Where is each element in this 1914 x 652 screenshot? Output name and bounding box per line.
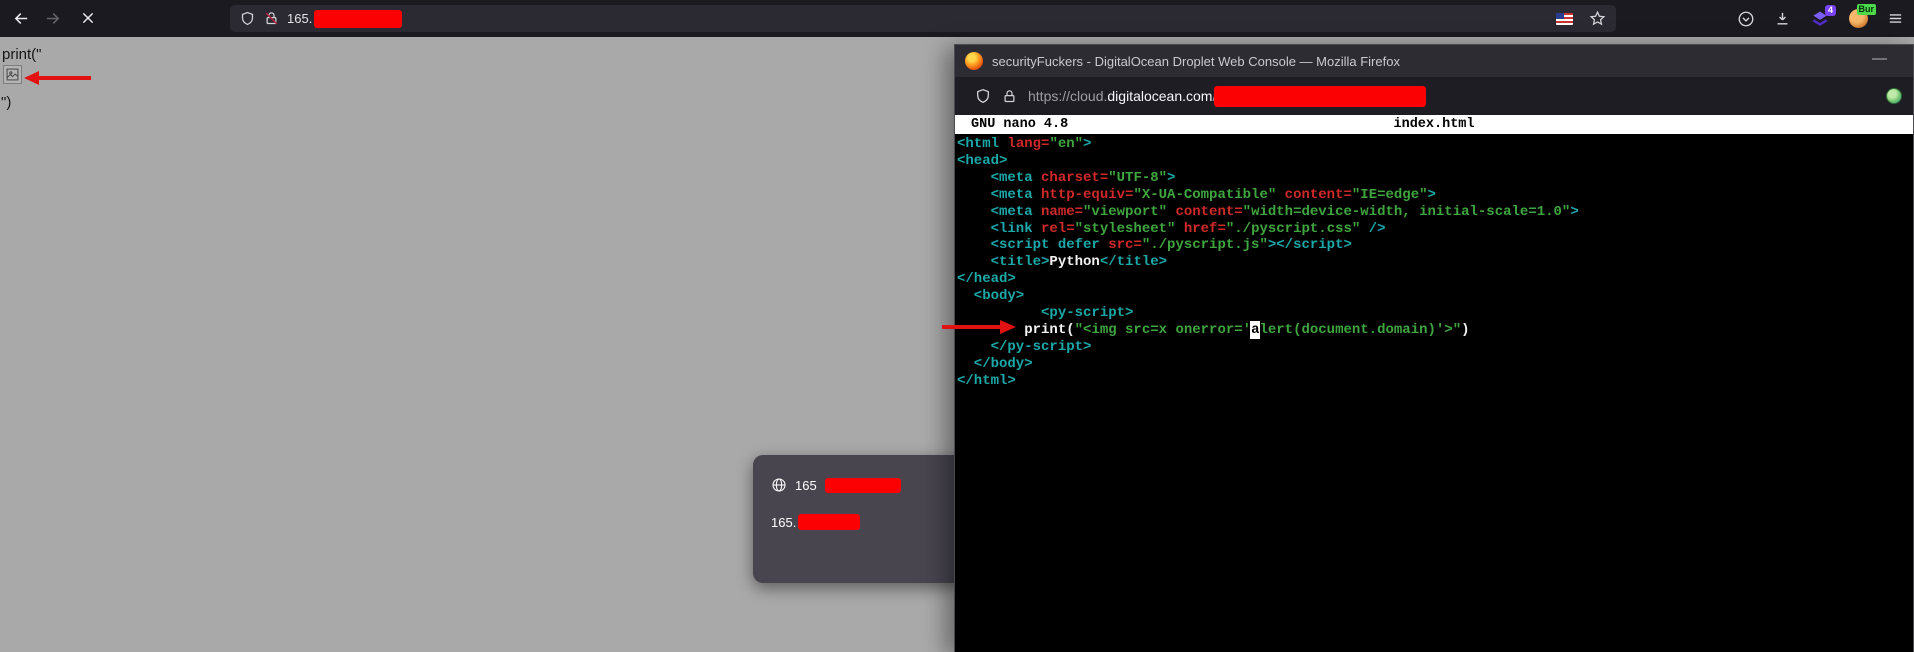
window-title: securityFuckers - DigitalOcean Droplet W… <box>992 54 1400 69</box>
minimize-button[interactable]: — <box>1872 50 1887 67</box>
url-domain: digitalocean.com <box>1107 88 1212 104</box>
stop-icon[interactable] <box>80 10 97 27</box>
globe-favicon[interactable] <box>1886 88 1902 104</box>
code-line: print("<img src=x onerror='alert(documen… <box>957 322 1913 339</box>
autocomplete-row[interactable]: 165. <box>753 514 967 530</box>
avatar-badge: Bur <box>1857 4 1877 15</box>
code-line: <py-script> <box>957 305 1913 322</box>
redaction-box <box>825 478 901 493</box>
us-flag-icon <box>1556 13 1573 25</box>
autocomplete-text: 165. <box>771 515 796 530</box>
window-titlebar[interactable]: securityFuckers - DigitalOcean Droplet W… <box>955 45 1913 77</box>
page-text-line: ") <box>1 94 11 111</box>
code-line: <meta charset="UTF-8"> <box>957 170 1913 187</box>
screen: 165. 4 Bur <box>0 0 1914 652</box>
code-line: </body> <box>957 356 1913 373</box>
code-line: <meta name="viewport" content="width=dev… <box>957 204 1913 221</box>
code-line: </html> <box>957 373 1913 390</box>
code-line: </py-script> <box>957 339 1913 356</box>
code-line: <link rel="stylesheet" href="./pyscript.… <box>957 221 1913 238</box>
code-line: </head> <box>957 271 1913 288</box>
droplet-console-window: securityFuckers - DigitalOcean Droplet W… <box>954 44 1914 652</box>
extension-icon[interactable]: 4 <box>1810 9 1830 29</box>
extension-badge: 4 <box>1825 5 1836 16</box>
url-bar[interactable]: 165. <box>230 5 1616 32</box>
forward-icon[interactable] <box>44 10 61 27</box>
autocomplete-row[interactable]: 165 <box>753 477 967 493</box>
autocomplete-text: 165 <box>795 478 817 493</box>
insecure-lock-icon[interactable] <box>264 11 279 26</box>
lock-icon[interactable] <box>1002 89 1017 104</box>
firefox-logo-icon <box>965 52 983 70</box>
pocket-icon[interactable] <box>1737 10 1755 28</box>
console-url-text: https://cloud.digitalocean.com/ <box>1028 88 1216 104</box>
url-text: 165. <box>287 11 312 26</box>
browser-toolbar: 165. 4 Bur <box>0 0 1914 38</box>
code-line: <title>Python</title> <box>957 254 1913 271</box>
avatar[interactable]: Bur <box>1849 9 1868 28</box>
back-icon[interactable] <box>13 10 30 27</box>
code-line: <script defer src="./pyscript.js"></scri… <box>957 237 1913 254</box>
nano-version: GNU nano 4.8 <box>955 117 1068 132</box>
redaction-box <box>1214 86 1426 107</box>
downloads-icon[interactable] <box>1774 10 1791 27</box>
globe-icon <box>771 477 787 493</box>
redaction-box <box>798 514 860 530</box>
redaction-box <box>314 10 402 28</box>
tracking-shield-icon[interactable] <box>975 88 991 104</box>
nano-filename: index.html <box>1393 115 1474 134</box>
broken-image-icon <box>3 65 22 84</box>
tracking-shield-icon[interactable] <box>240 11 255 26</box>
terminal-code[interactable]: <html lang="en"><head> <meta charset="UT… <box>955 134 1913 390</box>
code-line: <meta http-equiv="X-UA-Compatible" conte… <box>957 187 1913 204</box>
code-line: <head> <box>957 153 1913 170</box>
url-autocomplete-dropdown: 165 165. <box>753 455 967 583</box>
page-text-line: print(" <box>2 46 42 63</box>
console-url-bar[interactable]: https://cloud.digitalocean.com/ <box>955 77 1913 115</box>
menu-icon[interactable] <box>1887 10 1904 27</box>
code-line: <body> <box>957 288 1913 305</box>
bookmark-star-icon[interactable] <box>1589 10 1606 27</box>
code-line: <html lang="en"> <box>957 136 1913 153</box>
nano-titlebar: GNU nano 4.8 index.html <box>955 115 1913 134</box>
